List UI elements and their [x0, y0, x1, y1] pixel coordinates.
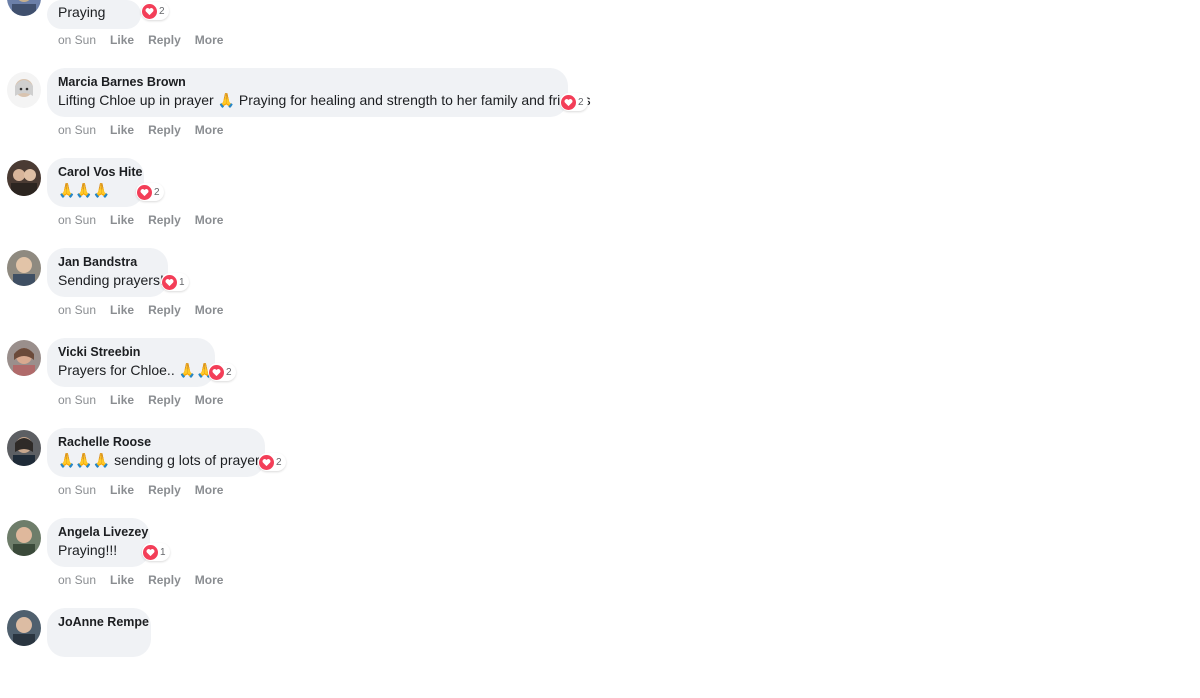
more-button[interactable]: More [195, 123, 224, 137]
pray-emoji: 🙏 [217, 92, 235, 108]
reaction-count: 1 [160, 546, 166, 558]
reply-button[interactable]: Reply [148, 573, 181, 587]
avatar[interactable] [7, 0, 41, 16]
heart-icon [143, 544, 158, 560]
avatar[interactable] [7, 160, 41, 196]
comment-text-part: sending g lots of prayers [110, 452, 267, 468]
like-button[interactable]: Like [110, 483, 134, 497]
comment-bubble: JoAnne Rempe [47, 608, 151, 657]
comment: Angela Livezey Praying!!! 1 on Sun Like … [0, 518, 700, 608]
comment-bubble: Marcia Barnes Brown Lifting Chloe up in … [47, 68, 591, 117]
reaction-count: 1 [179, 276, 185, 288]
reaction-count: 2 [159, 5, 165, 17]
more-button[interactable]: More [195, 483, 224, 497]
comment-author[interactable]: Angela Livezey [58, 524, 148, 540]
comment-bubble: Rachelle Roose 🙏🙏🙏 sending g lots of pra… [47, 428, 267, 477]
pray-emoji: 🙏🙏🙏 [58, 452, 111, 468]
comment-actions: on Sun Like Reply More [58, 393, 223, 407]
comment-timestamp[interactable]: on Sun [58, 33, 96, 47]
like-button[interactable]: Like [110, 573, 134, 587]
reaction-badge[interactable]: 2 [560, 93, 588, 111]
comment-timestamp[interactable]: on Sun [58, 303, 96, 317]
comment-text: Lifting Chloe up in prayer 🙏 Praying for… [58, 90, 591, 110]
reaction-badge[interactable]: 2 [258, 453, 286, 471]
reply-button[interactable]: Reply [148, 123, 181, 137]
like-button[interactable]: Like [110, 213, 134, 227]
reply-button[interactable]: Reply [148, 483, 181, 497]
like-button[interactable]: Like [110, 303, 134, 317]
reaction-count: 2 [226, 366, 232, 378]
comment-timestamp[interactable]: on Sun [58, 393, 96, 407]
comment-timestamp[interactable]: on Sun [58, 123, 96, 137]
comment-bubble: Jan Bandstra Sending prayers! [47, 248, 168, 297]
heart-icon [137, 184, 152, 200]
comment-author[interactable]: Rachelle Roose [58, 434, 254, 450]
heart-icon [162, 274, 177, 290]
comment-actions: on Sun Like Reply More [58, 303, 223, 317]
comment-actions: on Sun Like Reply More [58, 573, 223, 587]
comment-bubble: Carol Vos Hite 🙏🙏🙏 [47, 158, 144, 207]
comment-timestamp[interactable]: on Sun [58, 213, 96, 227]
comment-text-part: Prayers for Chloe.. [58, 362, 179, 378]
comment-text: Praying!!! [58, 542, 118, 558]
heart-icon [142, 3, 157, 19]
more-button[interactable]: More [195, 393, 224, 407]
comment-bubble: Vicki Streebin Prayers for Chloe.. 🙏🙏 [47, 338, 215, 387]
more-button[interactable]: More [195, 33, 224, 47]
reaction-badge[interactable]: 2 [136, 183, 164, 201]
like-button[interactable]: Like [110, 123, 134, 137]
comment-bubble: Angela Livezey Praying!!! [47, 518, 150, 567]
reply-button[interactable]: Reply [148, 213, 181, 227]
comment-text: 🙏🙏🙏 [58, 182, 111, 198]
comment: Vicki Streebin Prayers for Chloe.. 🙏🙏 2 … [0, 338, 700, 428]
comment-author[interactable]: Jan Bandstra [58, 254, 157, 270]
comment-actions: on Sun Like Reply More [58, 33, 223, 47]
heart-icon [561, 94, 576, 110]
comment-text: 🙏🙏🙏 sending g lots of prayers [58, 450, 267, 470]
reply-button[interactable]: Reply [148, 393, 181, 407]
comment-timestamp[interactable]: on Sun [58, 573, 96, 587]
comment-text: Prayers for Chloe.. 🙏🙏 [58, 360, 213, 380]
comment-author[interactable]: Marcia Barnes Brown [58, 74, 557, 90]
reaction-count: 2 [578, 96, 584, 108]
reply-button[interactable]: Reply [148, 33, 181, 47]
avatar[interactable] [7, 340, 41, 376]
comment: Carol Vos Hite 🙏🙏🙏 2 on Sun Like Reply M… [0, 158, 700, 248]
reaction-badge[interactable]: 2 [208, 363, 236, 381]
reaction-badge[interactable]: 1 [161, 273, 189, 291]
more-button[interactable]: More [195, 303, 224, 317]
comment: JoAnne Rempe [0, 608, 700, 698]
comment: Marcia Barnes Brown Lifting Chloe up in … [0, 68, 700, 158]
more-button[interactable]: More [195, 213, 224, 227]
comment-bubble: Praying [47, 0, 141, 29]
avatar[interactable] [7, 520, 41, 556]
avatar[interactable] [7, 430, 41, 466]
avatar[interactable] [7, 610, 41, 646]
reaction-count: 2 [276, 456, 282, 468]
comment: Jan Bandstra Sending prayers! 1 on Sun L… [0, 248, 700, 338]
comment-actions: on Sun Like Reply More [58, 123, 223, 137]
comment-text-part: Praying for healing and strength to her … [234, 92, 591, 108]
comment-timestamp[interactable]: on Sun [58, 483, 96, 497]
avatar[interactable] [7, 250, 41, 286]
avatar[interactable] [7, 72, 41, 108]
heart-icon [259, 454, 274, 470]
reply-button[interactable]: Reply [148, 303, 181, 317]
reaction-count: 2 [154, 186, 160, 198]
more-button[interactable]: More [195, 573, 224, 587]
reaction-badge[interactable]: 1 [142, 543, 170, 561]
comment-text: Sending prayers! [58, 272, 164, 288]
comment-text: Praying [58, 4, 106, 20]
heart-icon [209, 364, 224, 380]
comment-actions: on Sun Like Reply More [58, 483, 223, 497]
like-button[interactable]: Like [110, 33, 134, 47]
like-button[interactable]: Like [110, 393, 134, 407]
comment: Praying 2 on Sun Like Reply More [0, 0, 700, 70]
comment-actions: on Sun Like Reply More [58, 213, 223, 227]
comment-text-part: Lifting Chloe up in prayer [58, 92, 218, 108]
comment-author[interactable]: Carol Vos Hite [58, 164, 143, 180]
reaction-badge[interactable]: 2 [141, 2, 169, 20]
comment-author[interactable]: Vicki Streebin [58, 344, 204, 360]
comment: Rachelle Roose 🙏🙏🙏 sending g lots of pra… [0, 428, 700, 518]
